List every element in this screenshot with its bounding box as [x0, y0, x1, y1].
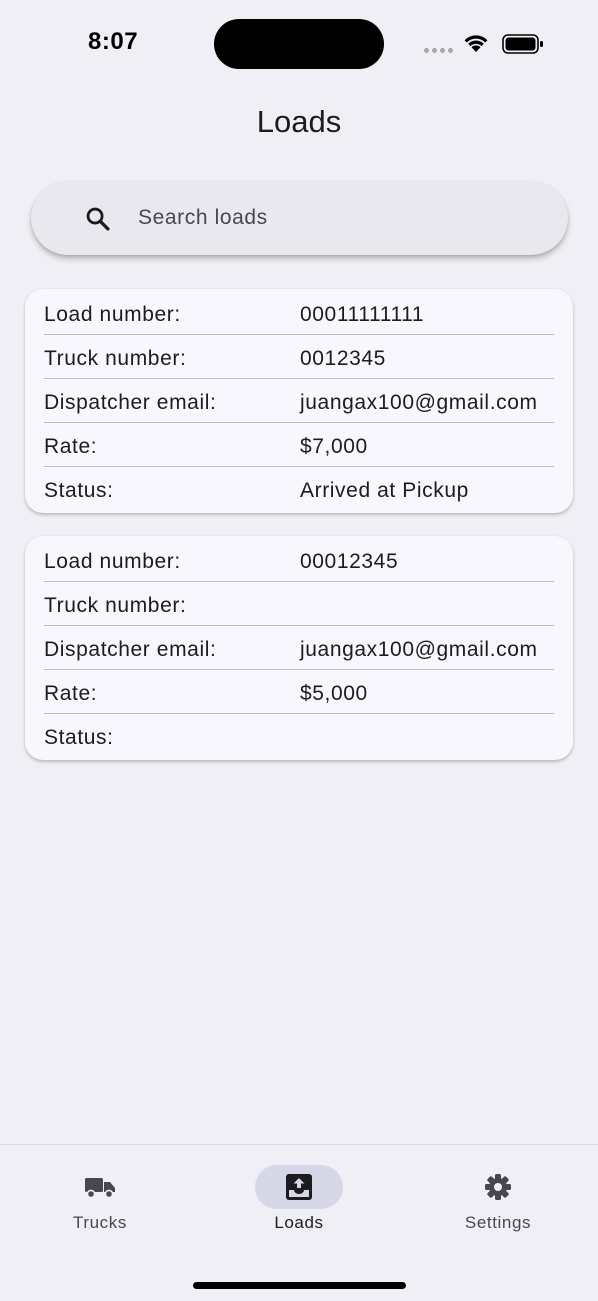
- row-value: juangax100@gmail.com: [300, 638, 538, 661]
- row-value: $5,000: [300, 682, 368, 705]
- row-value: 00011111111: [300, 303, 425, 326]
- truck-icon: [85, 1178, 115, 1199]
- row-label: Status:: [44, 726, 114, 749]
- nav-label: Trucks: [73, 1213, 127, 1232]
- nav-icon-container: [56, 1165, 144, 1209]
- row-label: Load number:: [44, 550, 181, 573]
- row-value: juangax100@gmail.com: [300, 391, 538, 414]
- row-label: Dispatcher email:: [44, 638, 217, 661]
- row-value: $7,000: [300, 435, 368, 458]
- nav-item-settings[interactable]: Settings: [418, 1165, 578, 1245]
- nav-label: Loads: [274, 1213, 324, 1232]
- row-label: Truck number:: [44, 347, 187, 370]
- load-row-rate: Rate: $7,000: [44, 423, 554, 467]
- load-row-load-number: Load number: 00011111111: [44, 291, 554, 335]
- row-label: Status:: [44, 479, 114, 502]
- nav-item-trucks[interactable]: Trucks: [20, 1165, 180, 1245]
- search-input[interactable]: [138, 201, 558, 235]
- row-value: 00012345: [300, 550, 399, 573]
- load-row-load-number: Load number: 00012345: [44, 538, 554, 582]
- load-row-truck-number: Truck number: 0012345: [44, 335, 554, 379]
- nav-icon-container: [454, 1165, 542, 1209]
- load-card[interactable]: Load number: 00012345 Truck number: Disp…: [25, 536, 573, 760]
- load-row-truck-number: Truck number:: [44, 582, 554, 626]
- cellular-signal-icon: [424, 48, 453, 53]
- battery-icon: [502, 34, 543, 54]
- load-card[interactable]: Load number: 00011111111 Truck number: 0…: [25, 289, 573, 513]
- search-icon: [86, 207, 110, 231]
- wifi-icon: [464, 35, 488, 52]
- row-label: Rate:: [44, 435, 98, 458]
- row-label: Truck number:: [44, 594, 187, 617]
- row-value: 0012345: [300, 347, 386, 370]
- nav-label: Settings: [464, 1213, 532, 1232]
- load-row-status: Status:: [44, 714, 554, 758]
- dynamic-island: [214, 19, 384, 69]
- load-row-rate: Rate: $5,000: [44, 670, 554, 714]
- load-row-dispatcher-email: Dispatcher email: juangax100@gmail.com: [44, 379, 554, 423]
- inbox-upload-icon: [286, 1174, 312, 1200]
- row-label: Rate:: [44, 682, 98, 705]
- load-row-status: Status: Arrived at Pickup: [44, 467, 554, 511]
- status-bar: 8:07: [0, 0, 598, 90]
- row-value: Arrived at Pickup: [300, 479, 469, 502]
- status-time: 8:07: [88, 28, 139, 55]
- home-indicator[interactable]: [193, 1282, 406, 1289]
- nav-icon-container: [255, 1165, 343, 1209]
- page-title: Loads: [256, 104, 342, 139]
- bottom-navigation: Trucks Loads Settings: [0, 1144, 598, 1301]
- row-label: Dispatcher email:: [44, 391, 217, 414]
- search-bar[interactable]: [31, 181, 568, 255]
- nav-item-loads[interactable]: Loads: [219, 1165, 379, 1245]
- gear-icon: [485, 1174, 511, 1200]
- load-row-dispatcher-email: Dispatcher email: juangax100@gmail.com: [44, 626, 554, 670]
- row-label: Load number:: [44, 303, 181, 326]
